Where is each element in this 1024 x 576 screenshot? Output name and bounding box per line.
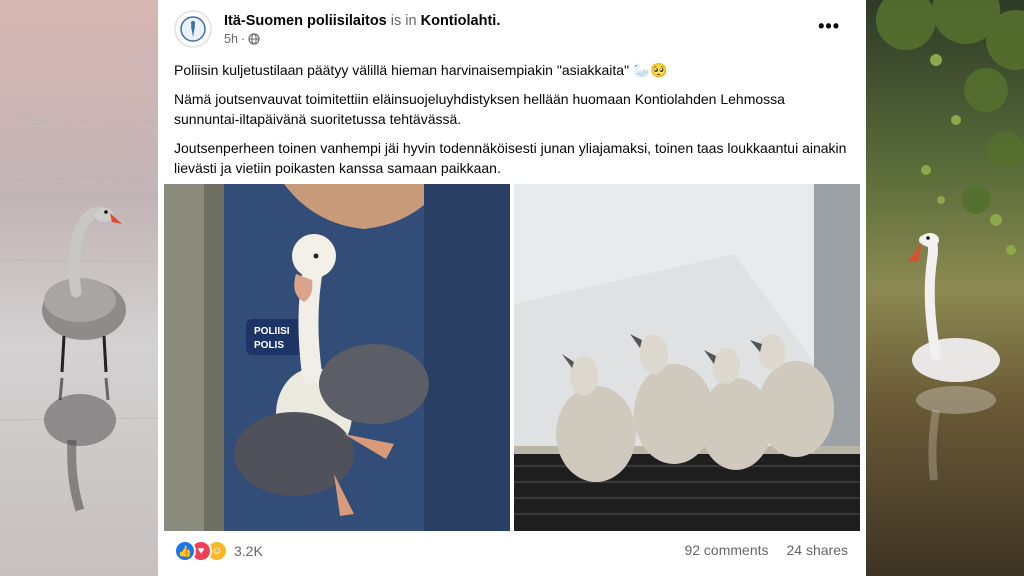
right-background-photo — [866, 0, 1024, 576]
reactions-summary[interactable]: 👍 ♥ ☺ 3.2K — [174, 540, 263, 562]
reaction-count: 3.2K — [234, 543, 263, 559]
shares-count[interactable]: 24 shares — [787, 542, 848, 558]
location-link[interactable]: Kontiolahti. — [421, 13, 501, 29]
post-header: Itä-Suomen poliisilaitos is in Kontiolah… — [174, 10, 850, 50]
swan-standing-illustration — [0, 0, 158, 576]
post-body: Poliisin kuljetustilaan päätyy välillä h… — [174, 60, 854, 187]
post-photos: POLIISI POLIS — [164, 184, 860, 531]
patch-text-poliisi: POLIISI — [254, 326, 290, 337]
police-crest-icon — [180, 16, 206, 42]
author-name[interactable]: Itä-Suomen poliisilaitos — [224, 13, 387, 29]
post-paragraph-1: Poliisin kuljetustilaan päätyy välillä h… — [174, 62, 668, 78]
comments-count[interactable]: 92 comments — [684, 542, 768, 558]
cygnets-illustration — [514, 184, 860, 531]
photo-officer-with-cygnet[interactable]: POLIISI POLIS — [164, 184, 510, 531]
post-footer: 👍 ♥ ☺ 3.2K 92 comments 24 shares — [174, 538, 848, 564]
facebook-post: Itä-Suomen poliisilaitos is in Kontiolah… — [160, 0, 864, 576]
engagement-stats: 92 comments 24 shares — [684, 542, 848, 558]
like-icon: 👍 — [174, 540, 196, 562]
post-meta: 5h · — [224, 32, 260, 46]
ellipsis-icon[interactable]: ••• — [818, 16, 840, 37]
meta-separator: · — [240, 32, 246, 46]
author-avatar[interactable] — [174, 10, 212, 48]
officer-cygnet-illustration: POLIISI POLIS — [164, 184, 510, 531]
globe-icon[interactable] — [248, 33, 260, 45]
swan-swimming-illustration — [866, 0, 1024, 576]
patch-text-polis: POLIS — [254, 340, 284, 351]
photo-four-cygnets[interactable] — [514, 184, 860, 531]
post-paragraph-2: Nämä joutsenvauvat toimitettiin eläinsuo… — [174, 91, 785, 127]
left-background-photo — [0, 0, 158, 576]
author-line: Itä-Suomen poliisilaitos is in Kontiolah… — [224, 13, 500, 29]
is-in-text: is in — [390, 13, 417, 29]
post-paragraph-3: Joutsenperheen toinen vanhempi jäi hyvin… — [174, 140, 847, 176]
post-time[interactable]: 5h — [224, 32, 238, 46]
